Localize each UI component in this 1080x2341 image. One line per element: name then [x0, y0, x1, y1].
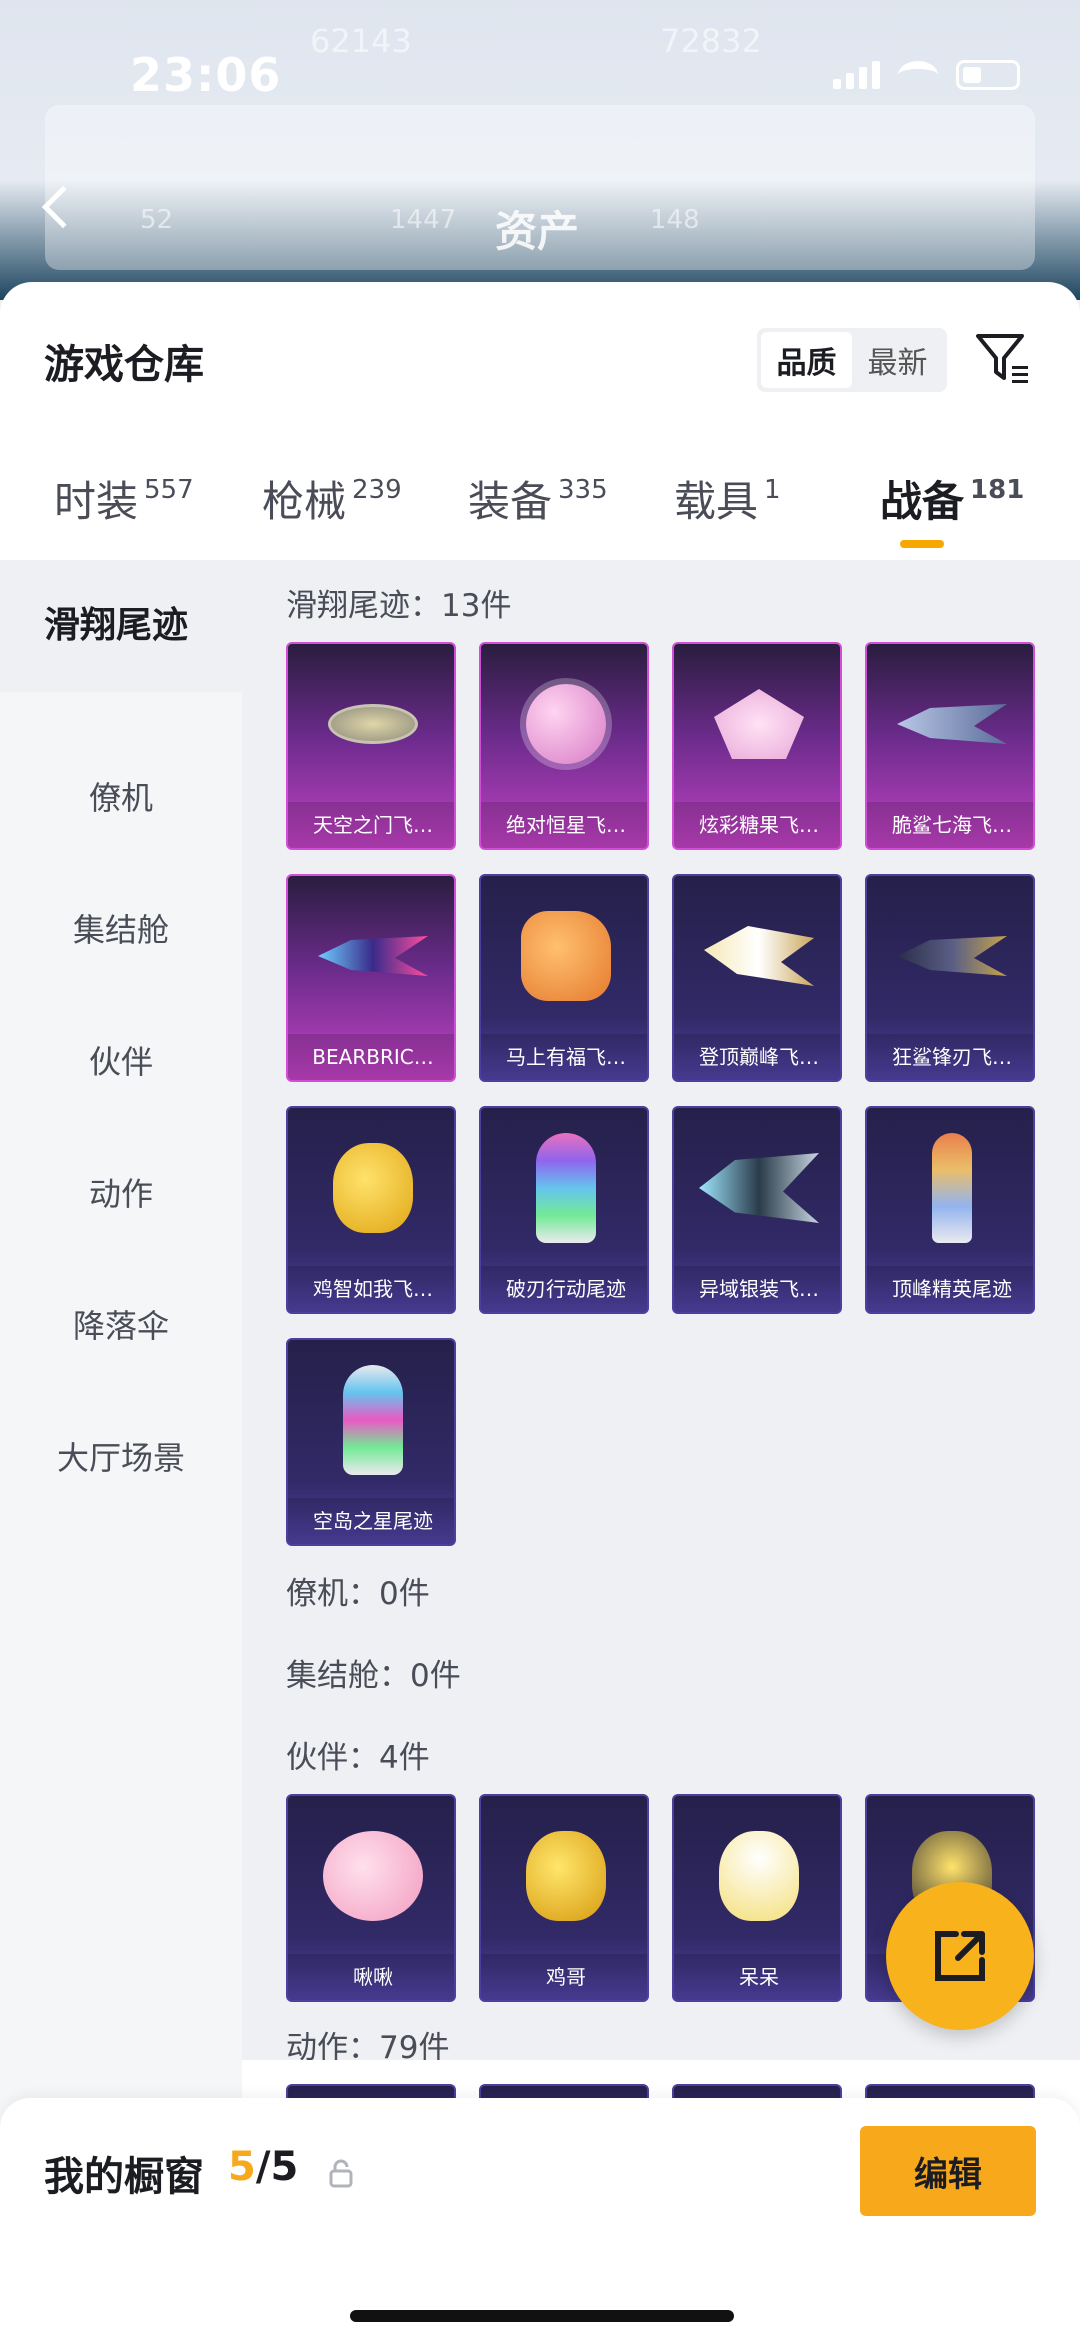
item-image [288, 1108, 454, 1268]
item-image [674, 644, 840, 804]
side-item-parachute[interactable]: 降落伞 [0, 1301, 242, 1347]
item-image [288, 1796, 454, 1956]
faint-value: 62143 [310, 22, 412, 60]
filter-icon[interactable] [972, 328, 1032, 388]
item-image [288, 876, 454, 1036]
faint-value: 148 [650, 205, 700, 235]
item-card[interactable]: 啾啾 [286, 1794, 456, 2002]
tab-readiness[interactable]: 战备 181 [880, 468, 1024, 529]
faint-value: 1447 [390, 205, 457, 235]
item-card[interactable]: 异域银装飞… [672, 1106, 842, 1314]
item-image [674, 1796, 840, 1956]
faint-value: 52 [140, 205, 174, 235]
section-header-partner: 伙伴：4件 [286, 1740, 430, 1776]
sort-quality-option[interactable]: 品质 [761, 332, 852, 388]
side-item-pod[interactable]: 集结舱 [0, 905, 242, 951]
item-card[interactable]: 顶峰精英尾迹 [865, 1106, 1035, 1314]
item-image [674, 1108, 840, 1268]
share-button[interactable] [886, 1882, 1034, 2030]
sheet-title: 游戏仓库 [44, 342, 204, 388]
item-image [481, 876, 647, 1036]
item-name: 狂鲨锋刃飞… [867, 1034, 1033, 1080]
item-card[interactable]: 鸡哥 [479, 1794, 649, 2002]
item-name: 鸡智如我飞… [288, 1266, 454, 1312]
item-name: 破刃行动尾迹 [481, 1266, 647, 1312]
item-card[interactable]: 马上有福飞… [479, 874, 649, 1082]
item-name: 顶峰精英尾迹 [867, 1266, 1033, 1312]
item-name: BEARBRIC… [288, 1034, 454, 1080]
item-name: 呆呆 [674, 1954, 840, 2000]
item-name: 天空之门飞… [288, 802, 454, 848]
tab-equipment[interactable]: 装备 335 [468, 468, 608, 529]
battery-icon [956, 60, 1020, 90]
item-name: 空岛之星尾迹 [288, 1498, 454, 1544]
item-card[interactable]: 呆呆 [672, 1794, 842, 2002]
category-tabs: 时装 557 枪械 239 装备 335 载具 1 战备 181 [0, 468, 1080, 568]
item-image [288, 644, 454, 804]
item-card[interactable]: 狂鲨锋刃飞… [865, 874, 1035, 1082]
faint-value: 72832 [660, 22, 762, 60]
item-image [481, 1796, 647, 1956]
section-header-pod: 集结舱：0件 [286, 1658, 461, 1694]
tab-fashion[interactable]: 时装 557 [54, 468, 194, 529]
item-card[interactable]: 空岛之星尾迹 [286, 1338, 456, 1546]
home-indicator [350, 2310, 734, 2322]
tab-guns[interactable]: 枪械 239 [262, 468, 402, 529]
item-card[interactable]: 破刃行动尾迹 [479, 1106, 649, 1314]
item-card[interactable]: 脆鲨七海飞… [865, 642, 1035, 850]
item-card[interactable]: 绝对恒星飞… [479, 642, 649, 850]
showcase-label: 我的橱窗 [44, 2154, 204, 2200]
sort-latest-option[interactable]: 最新 [852, 332, 943, 388]
signal-icon [833, 61, 880, 89]
side-item-lobby-scene[interactable]: 大厅场景 [0, 1433, 242, 1479]
side-item-partner[interactable]: 伙伴 [0, 1037, 242, 1083]
page-title: 资产 [495, 207, 580, 256]
item-image [288, 1340, 454, 1500]
item-grid-area: 滑翔尾迹：13件 天空之门飞… 绝对恒星飞… 炫彩糖果飞… 脆鲨七海飞… BEA… [242, 560, 1080, 2060]
item-name: 啾啾 [288, 1954, 454, 2000]
side-item-glide[interactable]: 滑翔尾迹 [0, 560, 242, 692]
item-image [674, 876, 840, 1036]
section-header-wingman: 僚机：0件 [286, 1576, 430, 1612]
side-item-emote[interactable]: 动作 [0, 1169, 242, 1215]
showcase-bar: 我的橱窗 5/5 编辑 [0, 2098, 1080, 2341]
showcase-count: 5/5 [228, 2144, 299, 2190]
share-icon [935, 1931, 985, 1981]
side-menu: 滑翔尾迹 僚机 集结舱 伙伴 动作 降落伞 大厅场景 [0, 560, 242, 2310]
item-card[interactable]: BEARBRIC… [286, 874, 456, 1082]
item-name: 鸡哥 [481, 1954, 647, 2000]
wifi-icon [898, 61, 938, 89]
item-image [867, 644, 1033, 804]
item-name: 脆鲨七海飞… [867, 802, 1033, 848]
item-name: 绝对恒星飞… [481, 802, 647, 848]
item-name: 异域银装飞… [674, 1266, 840, 1312]
active-tab-indicator [900, 540, 944, 548]
item-card[interactable]: 登顶巅峰飞… [672, 874, 842, 1082]
item-image [867, 1108, 1033, 1268]
item-name: 炫彩糖果飞… [674, 802, 840, 848]
item-card[interactable]: 天空之门飞… [286, 642, 456, 850]
item-image [867, 876, 1033, 1036]
status-icons [833, 60, 1020, 90]
warehouse-sheet: 游戏仓库 品质 最新 时装 557 枪械 239 装备 335 载具 1 战备 181 滑… [0, 282, 1080, 2341]
side-item-wingman[interactable]: 僚机 [0, 773, 242, 819]
item-card[interactable]: 鸡智如我飞… [286, 1106, 456, 1314]
sort-toggle: 品质 最新 [757, 328, 947, 392]
item-name: 登顶巅峰飞… [674, 1034, 840, 1080]
item-image [481, 644, 647, 804]
tab-vehicles[interactable]: 载具 1 [674, 468, 781, 529]
status-time: 23:06 [130, 48, 282, 102]
edit-button[interactable]: 编辑 [860, 2126, 1036, 2216]
item-name: 马上有福飞… [481, 1034, 647, 1080]
item-image [481, 1108, 647, 1268]
section-header-glide: 滑翔尾迹：13件 [286, 588, 512, 624]
unlock-icon [329, 2159, 353, 2188]
item-card[interactable]: 炫彩糖果飞… [672, 642, 842, 850]
section-header-emote: 动作：79件 [286, 2030, 450, 2060]
